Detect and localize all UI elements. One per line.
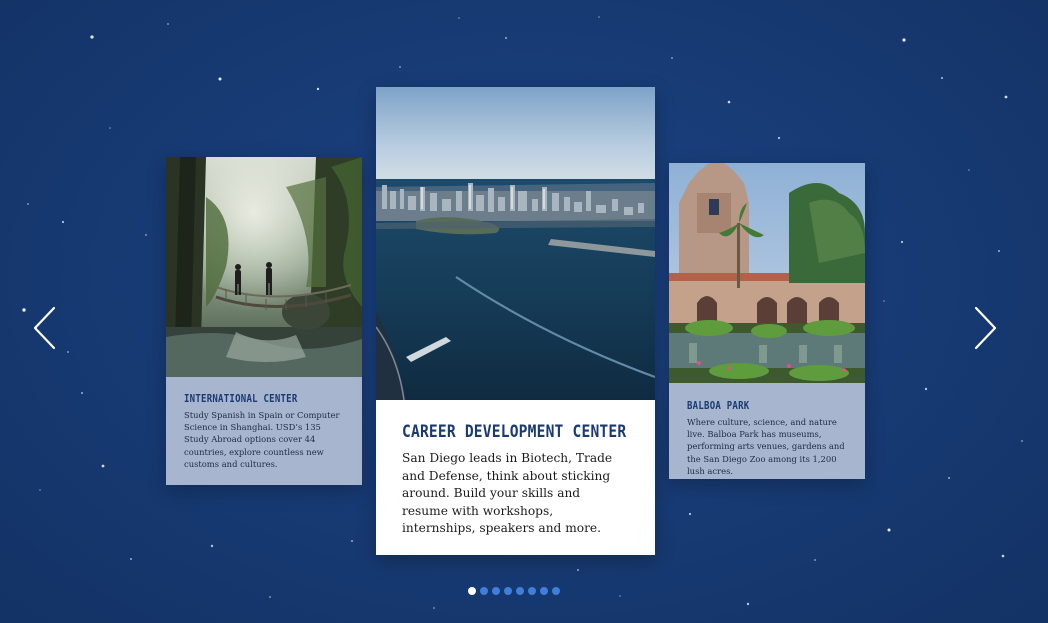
chevron-right-icon — [974, 306, 997, 350]
pagination-dot[interactable] — [480, 587, 488, 595]
pagination-dot[interactable] — [540, 587, 548, 595]
san-diego-bay-photo — [376, 87, 655, 400]
card-title: CAREER DEVELOPMENT CENTER — [402, 422, 627, 442]
card-description: Where culture, science, and nature live.… — [687, 417, 845, 476]
carousel-pagination — [468, 587, 560, 595]
balboa-park-photo — [669, 163, 865, 383]
pagination-dot[interactable] — [504, 587, 512, 595]
pagination-dot[interactable] — [492, 587, 500, 595]
carousel-stage: INTERNATIONAL CENTER Study Spanish in Sp… — [0, 0, 1048, 623]
card-title: BALBOA PARK — [687, 399, 750, 412]
card-body: CAREER DEVELOPMENT CENTER San Diego lead… — [376, 400, 655, 555]
card-balboa-park[interactable]: BALBOA PARK Where culture, science, and … — [669, 163, 865, 479]
pagination-dot[interactable] — [468, 587, 476, 595]
card-body: BALBOA PARK Where culture, science, and … — [669, 383, 865, 479]
card-international-center[interactable]: INTERNATIONAL CENTER Study Spanish in Sp… — [166, 157, 362, 485]
forest-bridge-photo — [166, 157, 362, 377]
previous-slide-button[interactable] — [30, 306, 60, 350]
chevron-left-icon — [33, 306, 56, 350]
card-body: INTERNATIONAL CENTER Study Spanish in Sp… — [166, 377, 362, 485]
card-description: San Diego leads in Biotech, Trade and De… — [402, 451, 613, 536]
card-title: INTERNATIONAL CENTER — [184, 392, 298, 405]
card-description: Study Spanish in Spain or Computer Scien… — [184, 410, 340, 469]
card-career-development-center[interactable]: CAREER DEVELOPMENT CENTER San Diego lead… — [376, 87, 655, 555]
pagination-dot[interactable] — [552, 587, 560, 595]
pagination-dot[interactable] — [528, 587, 536, 595]
pagination-dot[interactable] — [516, 587, 524, 595]
next-slide-button[interactable] — [970, 306, 1000, 350]
